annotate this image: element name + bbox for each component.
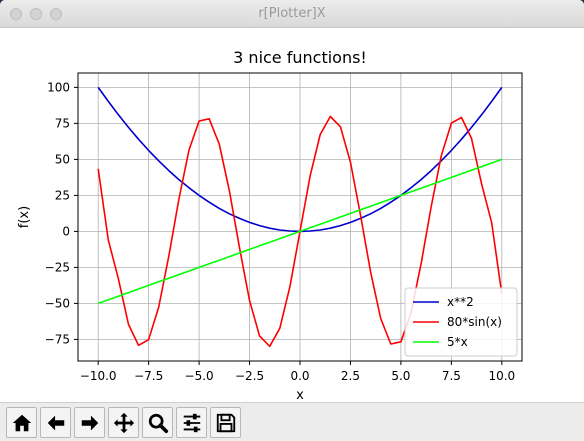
x-tick-label: 5.0 — [391, 369, 410, 383]
y-tick-label: 75 — [55, 116, 70, 130]
y-tick-label: −50 — [45, 296, 70, 310]
window-title: r[Plotter]X — [258, 6, 326, 21]
back-button[interactable] — [40, 407, 71, 438]
y-tick-label: −75 — [45, 332, 70, 346]
legend-label: 80*sin(x) — [447, 315, 502, 329]
zoom-button[interactable] — [142, 407, 173, 438]
chart-title: 3 nice functions! — [233, 48, 367, 67]
legend-label: 5*x — [447, 335, 468, 349]
x-tick-label: −5.0 — [185, 369, 214, 383]
figure-canvas: −10.0 −7.5 −5.0 −2.5 0.0 2.5 5.0 7.5 10.0 −75 −50 −… — [0, 28, 584, 403]
x-tick-label: 2.5 — [341, 369, 360, 383]
pan-button[interactable] — [108, 407, 139, 438]
x-tick-label: −2.5 — [235, 369, 264, 383]
x-tick-label: −7.5 — [134, 369, 163, 383]
y-axis-label: f(x) — [17, 206, 32, 228]
zoom-icon — [148, 413, 168, 433]
home-icon — [12, 414, 31, 431]
x-axis-label: x — [296, 388, 304, 401]
back-arrow-icon — [47, 415, 64, 430]
configure-subplots-button[interactable] — [176, 407, 207, 438]
legend-label: x**2 — [447, 295, 474, 309]
home-button[interactable] — [6, 407, 37, 438]
x-tick-label: 7.5 — [442, 369, 461, 383]
plot-window: r[Plotter]X −10.0 −7.5 −5.0 −2.5 0.0 2.5 5.0 7.… — [0, 0, 584, 441]
x-tick-label: 10.0 — [488, 369, 515, 383]
pan-icon — [113, 412, 134, 433]
x-tick-label: −10.0 — [80, 369, 117, 383]
y-tick-label: 50 — [55, 152, 70, 166]
forward-arrow-icon — [81, 415, 98, 430]
legend: x**2 80*sin(x) 5*x — [404, 287, 518, 357]
x-tick-label: 0.0 — [290, 369, 309, 383]
y-tick-label: 0 — [62, 224, 70, 238]
save-icon — [216, 413, 235, 432]
configure-subplots-icon — [183, 413, 200, 432]
y-tick-label: −25 — [45, 260, 70, 274]
navigation-toolbar — [0, 402, 584, 441]
y-tick-label: 25 — [55, 188, 70, 202]
save-button[interactable] — [210, 407, 241, 438]
forward-button[interactable] — [74, 407, 105, 438]
title-bar: r[Plotter]X — [0, 0, 584, 28]
line-chart: −10.0 −7.5 −5.0 −2.5 0.0 2.5 5.0 7.5 10.0 −75 −50 −… — [17, 48, 523, 403]
y-tick-label: 100 — [47, 80, 70, 94]
